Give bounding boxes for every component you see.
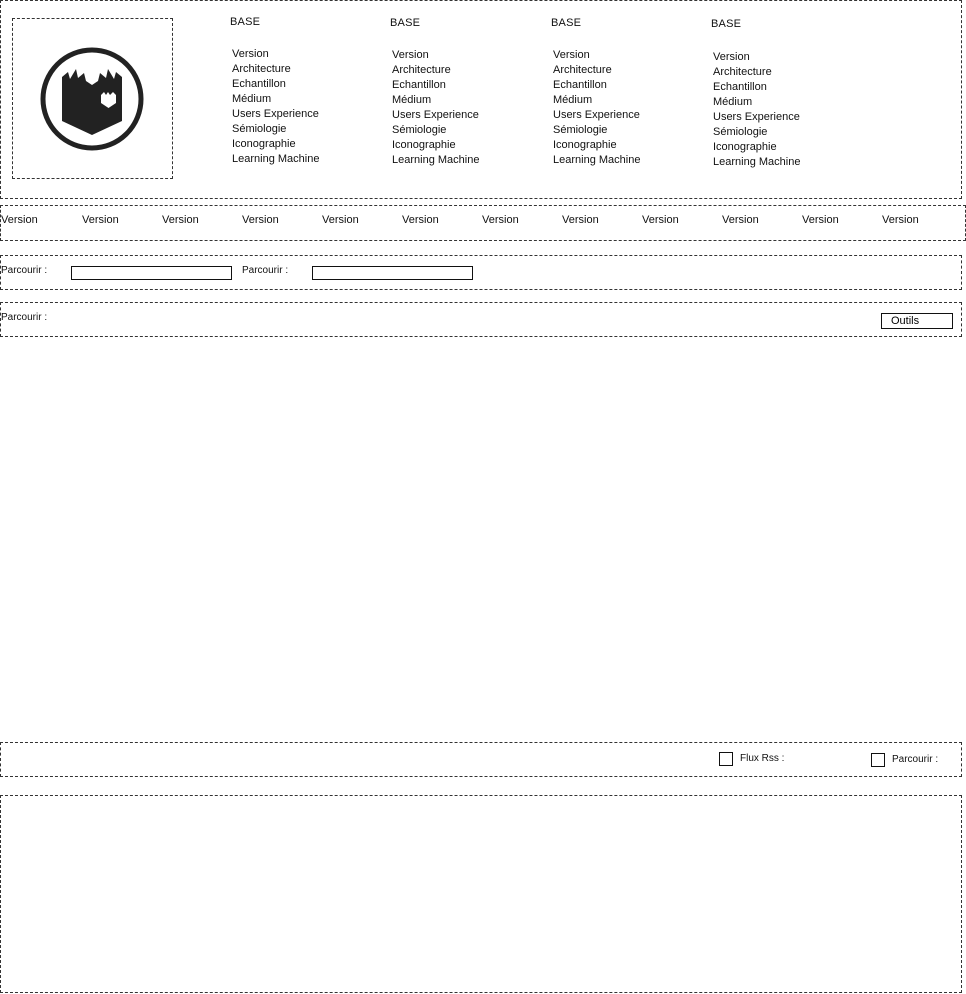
version-link[interactable]: Version <box>722 214 759 226</box>
version-link[interactable]: Version <box>242 214 279 226</box>
menu-title: BASE <box>711 18 742 30</box>
menu-item-users-experience[interactable]: Users Experience <box>713 110 800 125</box>
menu-item-semiologie[interactable]: Sémiologie <box>392 123 479 138</box>
menu-item-learning-machine[interactable]: Learning Machine <box>392 153 479 168</box>
browse-label: Parcourir : <box>1 312 48 323</box>
logo-box <box>12 18 173 179</box>
menu-list: Version Architecture Echantillon Médium … <box>553 48 640 168</box>
version-link[interactable]: Version <box>642 214 679 226</box>
menu-item-version[interactable]: Version <box>232 47 319 62</box>
browse-label-2: Parcourir : <box>242 265 289 276</box>
menu-item-learning-machine[interactable]: Learning Machine <box>713 155 800 170</box>
browse-label-1: Parcourir : <box>1 265 48 276</box>
menu-item-echantillon[interactable]: Echantillon <box>232 77 319 92</box>
menu-item-users-experience[interactable]: Users Experience <box>232 107 319 122</box>
menu-list: Version Architecture Echantillon Médium … <box>392 48 479 168</box>
menu-item-learning-machine[interactable]: Learning Machine <box>553 153 640 168</box>
version-link[interactable]: Version <box>562 214 599 226</box>
browse-checkbox[interactable] <box>871 753 885 767</box>
browse-input-1[interactable] <box>71 266 232 280</box>
menu-item-architecture[interactable]: Architecture <box>232 62 319 77</box>
tools-row: Parcourir : Outils <box>0 302 962 337</box>
menu-item-version[interactable]: Version <box>713 50 800 65</box>
menu-item-medium[interactable]: Médium <box>553 93 640 108</box>
tools-button[interactable]: Outils <box>881 313 953 329</box>
menu-item-version[interactable]: Version <box>553 48 640 63</box>
menu-item-iconographie[interactable]: Iconographie <box>392 138 479 153</box>
menu-item-semiologie[interactable]: Sémiologie <box>232 122 319 137</box>
menu-item-iconographie[interactable]: Iconographie <box>713 140 800 155</box>
version-link[interactable]: Version <box>882 214 919 226</box>
menu-item-users-experience[interactable]: Users Experience <box>553 108 640 123</box>
menu-item-medium[interactable]: Médium <box>713 95 800 110</box>
footer-bar: Flux Rss : Parcourir : <box>0 742 962 777</box>
version-link[interactable]: Version <box>482 214 519 226</box>
version-link[interactable]: Version <box>402 214 439 226</box>
menu-item-architecture[interactable]: Architecture <box>392 63 479 78</box>
version-link[interactable]: Version <box>162 214 199 226</box>
menu-title: BASE <box>230 16 261 28</box>
menu-item-users-experience[interactable]: Users Experience <box>392 108 479 123</box>
version-link[interactable]: Version <box>82 214 119 226</box>
header: BASE Version Architecture Echantillon Mé… <box>0 0 962 199</box>
versions-bar: Version Version Version Version Version … <box>0 205 966 241</box>
menu-list: Version Architecture Echantillon Médium … <box>713 50 800 170</box>
menu-item-echantillon[interactable]: Echantillon <box>713 80 800 95</box>
rss-label: Flux Rss : <box>740 753 785 764</box>
menu-list: Version Architecture Echantillon Médium … <box>232 47 319 167</box>
menu-item-echantillon[interactable]: Echantillon <box>392 78 479 93</box>
menu-item-medium[interactable]: Médium <box>232 92 319 107</box>
browse-input-2[interactable] <box>312 266 473 280</box>
version-link[interactable]: Version <box>1 214 38 226</box>
menu-item-architecture[interactable]: Architecture <box>553 63 640 78</box>
browse-label: Parcourir : <box>892 754 939 765</box>
menu-title: BASE <box>551 17 582 29</box>
book-shield-logo-icon <box>40 47 144 151</box>
menu-item-version[interactable]: Version <box>392 48 479 63</box>
rss-checkbox[interactable] <box>719 752 733 766</box>
version-link[interactable]: Version <box>322 214 359 226</box>
version-link[interactable]: Version <box>802 214 839 226</box>
menu-item-learning-machine[interactable]: Learning Machine <box>232 152 319 167</box>
menu-item-architecture[interactable]: Architecture <box>713 65 800 80</box>
browse-row: Parcourir : Parcourir : <box>0 255 962 290</box>
menu-item-semiologie[interactable]: Sémiologie <box>553 123 640 138</box>
menu-item-iconographie[interactable]: Iconographie <box>232 137 319 152</box>
menu-item-semiologie[interactable]: Sémiologie <box>713 125 800 140</box>
menu-title: BASE <box>390 17 421 29</box>
menu-item-echantillon[interactable]: Echantillon <box>553 78 640 93</box>
menu-item-iconographie[interactable]: Iconographie <box>553 138 640 153</box>
menu-item-medium[interactable]: Médium <box>392 93 479 108</box>
bottom-panel <box>0 795 962 993</box>
